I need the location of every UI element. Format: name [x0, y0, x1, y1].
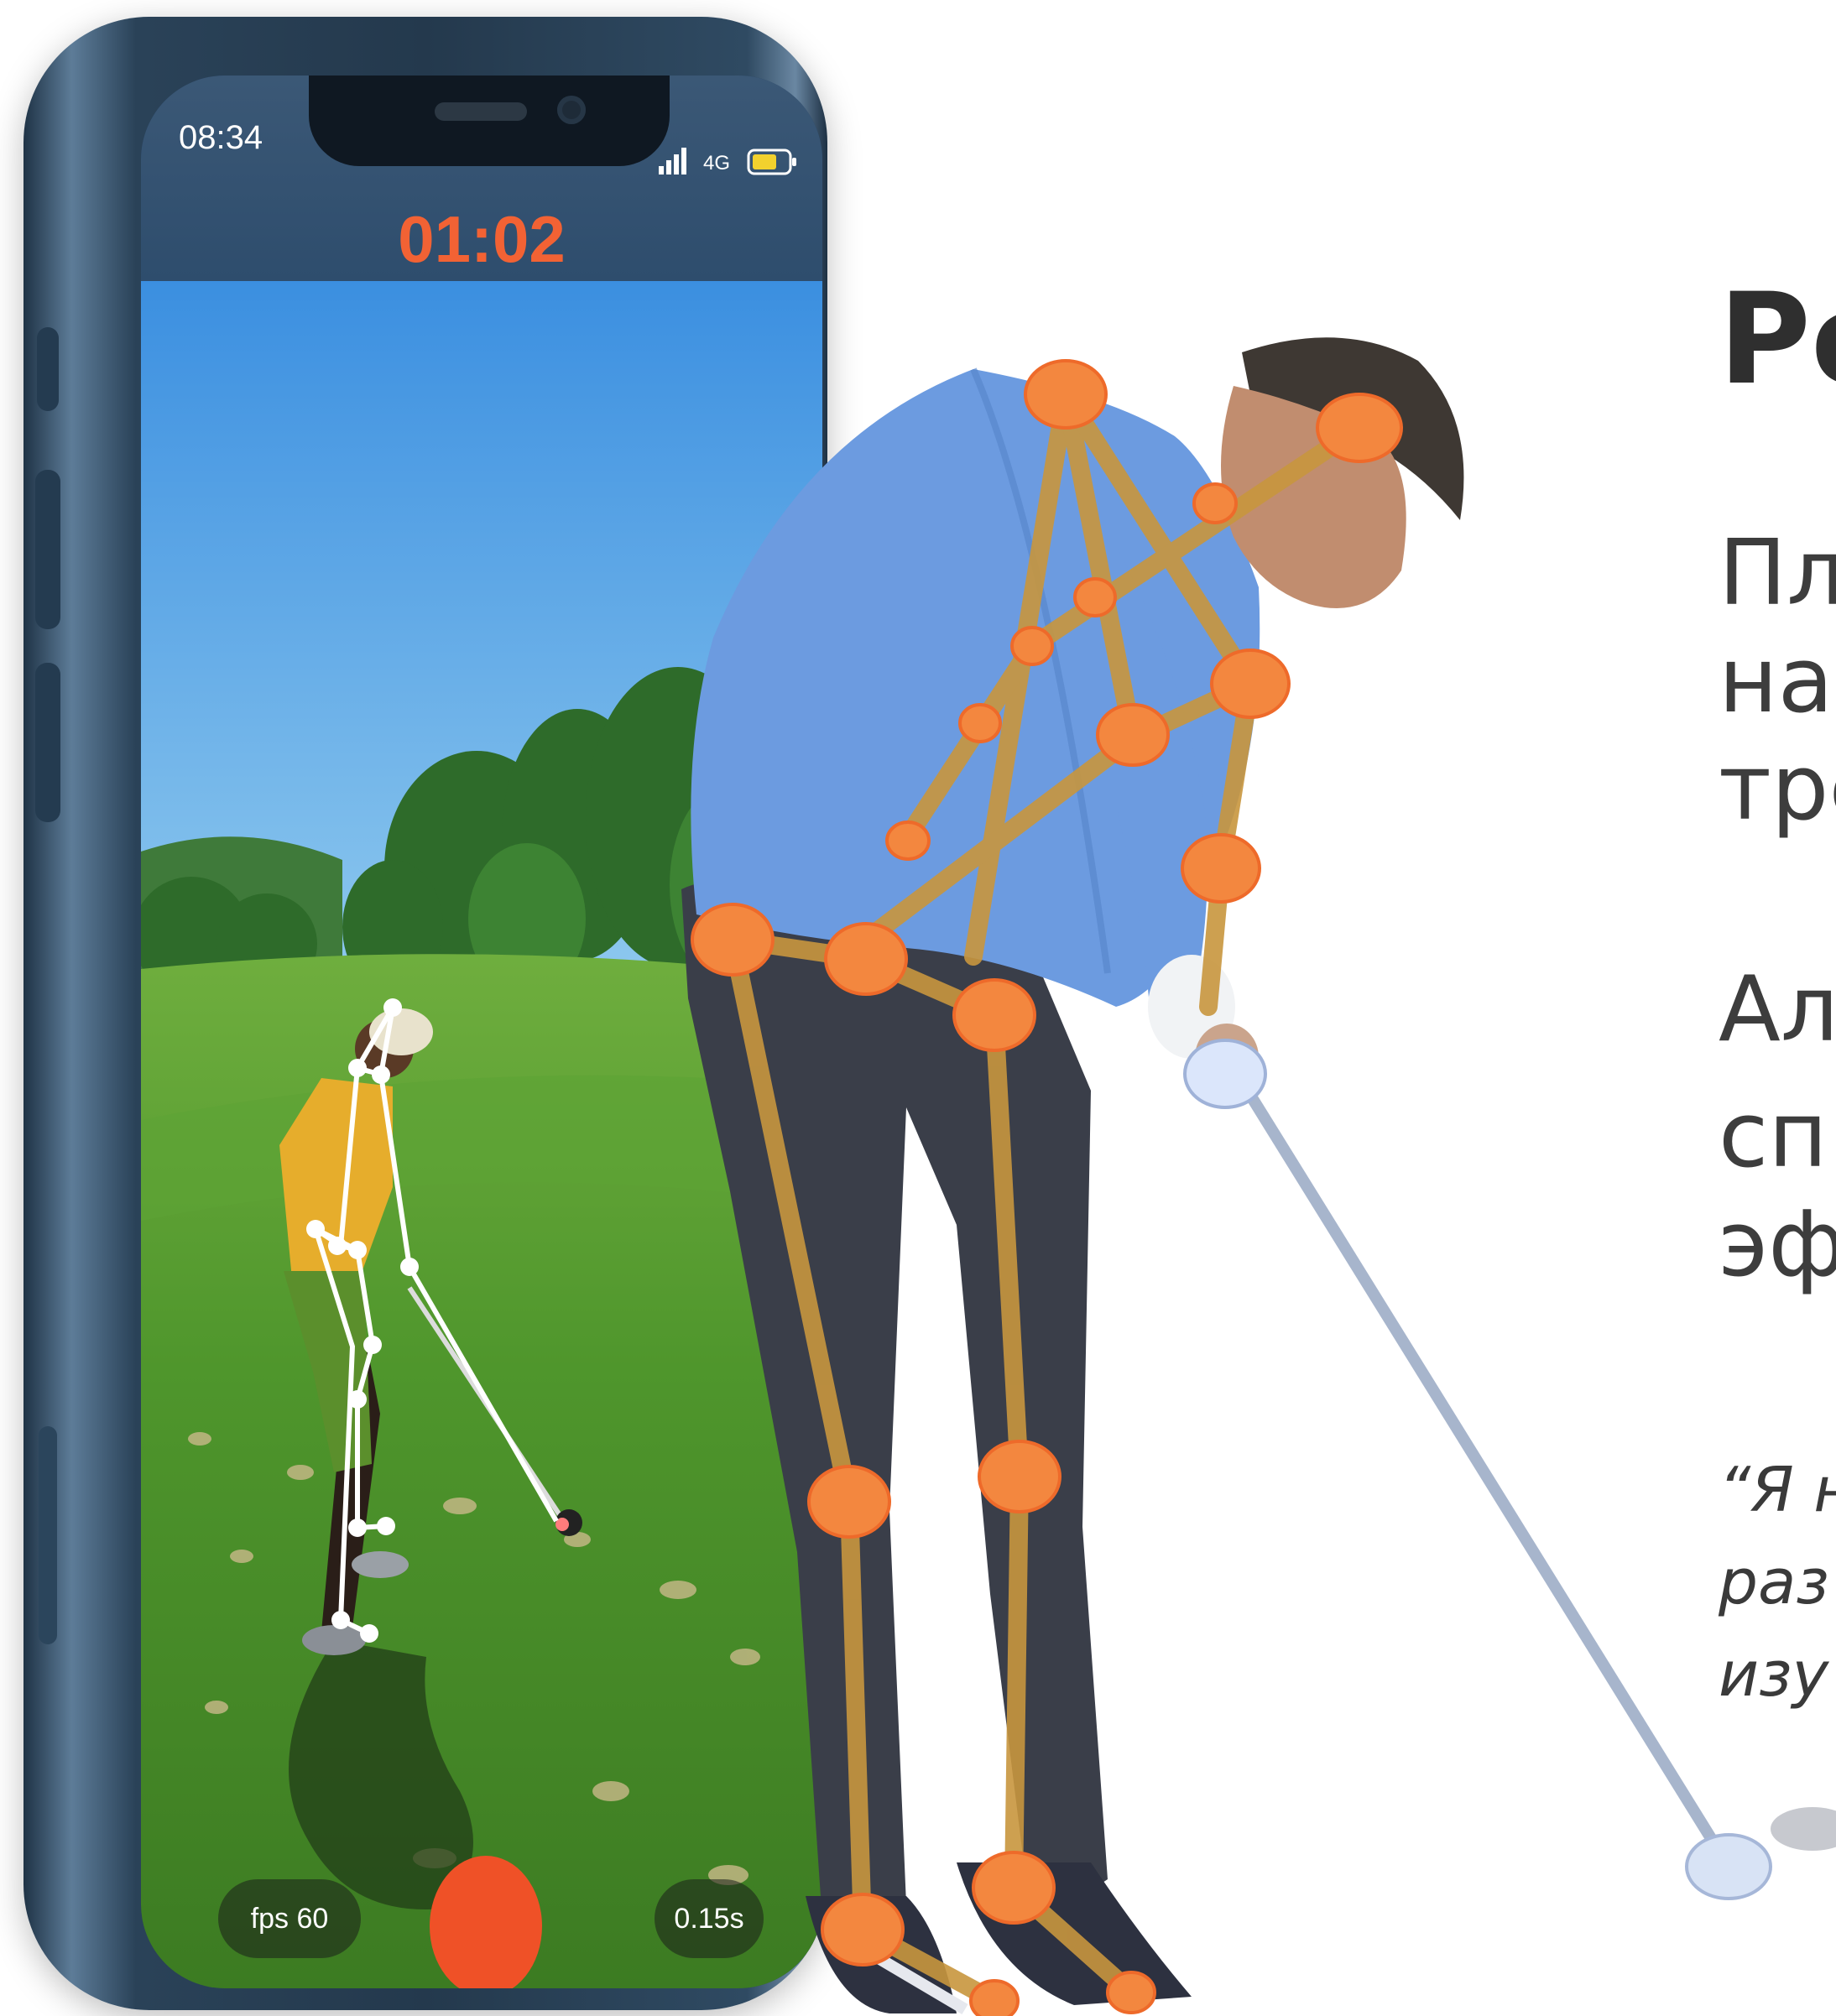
- paragraph-2-line-1: Ал: [1719, 957, 1836, 1062]
- paragraph-1-line-2: на: [1719, 628, 1833, 733]
- golfer-club: [1222, 1054, 1734, 1870]
- quote-line-1: “Я н: [1719, 1454, 1836, 1526]
- quote-line-2: раз: [1719, 1546, 1829, 1618]
- paragraph-1-line-1: Пл: [1719, 521, 1836, 626]
- golfer-figure: [681, 337, 1836, 2016]
- pose-wrist-marker: [1183, 1039, 1267, 1109]
- paragraph-2-line-3: эф: [1719, 1192, 1836, 1297]
- promo-stage: 08:34 4G 01:02 fps 60 0.15s P Пл на тр А…: [0, 0, 1836, 2016]
- paragraph-2-line-2: сп: [1719, 1083, 1828, 1188]
- golfer-ball: [1685, 1833, 1772, 1900]
- quote-line-3: изу: [1719, 1638, 1829, 1711]
- paragraph-1-line-3: тре: [1719, 736, 1836, 841]
- page-title: Po: [1719, 267, 1836, 413]
